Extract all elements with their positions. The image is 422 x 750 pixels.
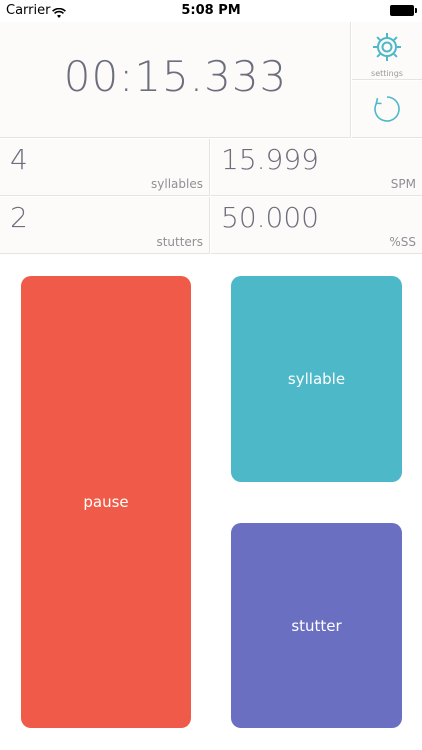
pause-button[interactable]: pause [21, 276, 191, 728]
stutters-stat: 2 stutters [0, 197, 210, 254]
reset-button[interactable] [352, 81, 422, 138]
percent-ss-value: 50.000 [221, 201, 319, 234]
battery-icon [390, 5, 417, 16]
stutter-button[interactable]: stutter [231, 523, 402, 728]
syllable-button[interactable]: syllable [231, 276, 402, 482]
syllables-count: 4 [10, 143, 28, 176]
stutter-button-label: stutter [291, 616, 342, 635]
stutters-count: 2 [10, 201, 28, 234]
settings-label: settings [371, 69, 403, 78]
clock: 5:08 PM [181, 3, 241, 18]
timer-panel: 00:15.333 [0, 22, 351, 138]
reset-icon [374, 96, 400, 122]
stutters-label: stutters [156, 235, 203, 249]
syllables-label: syllables [151, 177, 203, 191]
spm-stat: 15.999 SPM [211, 139, 422, 196]
spm-label: SPM [390, 177, 416, 191]
percent-ss-stat: 50.000 %SS [211, 197, 422, 254]
status-bar: Carrier 5:08 PM [0, 0, 422, 22]
syllables-stat: 4 syllables [0, 139, 210, 196]
gear-icon [373, 33, 401, 61]
syllable-button-label: syllable [287, 370, 346, 388]
spm-value: 15.999 [221, 143, 319, 176]
settings-button[interactable]: settings [352, 22, 422, 80]
timer-display: 00:15.333 [63, 52, 288, 101]
pause-button-label: pause [83, 493, 129, 511]
percent-ss-label: %SS [389, 235, 416, 249]
